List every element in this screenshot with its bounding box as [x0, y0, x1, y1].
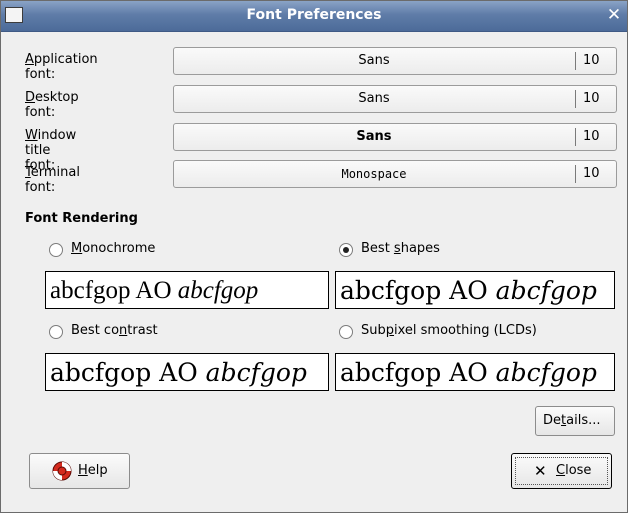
sample-text: abcfgop AO — [50, 277, 178, 304]
radio-indicator-selected — [339, 243, 353, 257]
best-shapes-label: Best shapes — [361, 241, 440, 256]
sample-text: abcfgop AO — [50, 358, 206, 387]
application-font-size: 10 — [583, 53, 600, 68]
help-lifebuoy-icon — [52, 461, 72, 481]
monochrome-label: Monochrome — [71, 241, 156, 256]
subpixel-smoothing-label: Subpixel smoothing (LCDs) — [361, 323, 537, 338]
desktop-font-label: Desktop font: — [25, 90, 79, 120]
terminal-font-size: 10 — [583, 166, 600, 181]
separator — [575, 52, 576, 70]
terminal-font-button[interactable]: Monospace 10 — [173, 160, 617, 188]
sample-italic-text: abcfgop — [177, 277, 259, 304]
help-button[interactable]: Help — [29, 453, 130, 489]
font-preferences-window: Font Preferences ✕ Application font: San… — [0, 0, 628, 513]
sample-text: abcfgop AO — [340, 276, 496, 305]
close-label: Close — [556, 463, 592, 478]
terminal-font-name: Monospace — [341, 167, 407, 181]
window-close-icon[interactable]: ✕ — [605, 5, 623, 25]
separator — [575, 90, 576, 108]
best-shapes-sample[interactable]: abcfgop AO abcfgop — [335, 271, 615, 309]
radio-indicator — [49, 243, 63, 257]
sample-italic-text: abcfgop — [495, 358, 597, 387]
best-contrast-sample[interactable]: abcfgop AO abcfgop — [45, 353, 329, 391]
details-label: Details... — [543, 413, 601, 428]
window-title: Font Preferences — [246, 7, 382, 23]
sample-text: abcfgop AO — [340, 358, 496, 387]
application-font-button[interactable]: Sans 10 — [173, 47, 617, 75]
desktop-font-button[interactable]: Sans 10 — [173, 85, 617, 113]
subpixel-smoothing-sample[interactable]: abcfgop AO abcfgop — [335, 353, 615, 391]
close-x-icon: ✕ — [534, 462, 547, 480]
sample-italic-text: abcfgop — [495, 276, 597, 305]
radio-indicator — [339, 325, 353, 339]
application-font-label: Application font: — [25, 52, 98, 82]
help-label: Help — [78, 463, 108, 478]
monochrome-sample[interactable]: abcfgop AO abcfgop — [45, 271, 329, 309]
title-bar[interactable]: Font Preferences ✕ — [1, 1, 627, 32]
radio-indicator — [49, 325, 63, 339]
separator — [575, 165, 576, 183]
best-contrast-label: Best contrast — [71, 323, 158, 338]
sample-italic-text: abcfgop — [205, 358, 307, 387]
font-rendering-heading: Font Rendering — [25, 211, 138, 226]
application-font-name: Sans — [358, 53, 390, 68]
terminal-font-label: Terminal font: — [25, 165, 80, 195]
close-button[interactable]: ✕ Close — [511, 453, 612, 489]
details-button[interactable]: Details... — [535, 406, 615, 436]
separator — [575, 128, 576, 146]
desktop-font-size: 10 — [583, 91, 600, 106]
desktop-font-name: Sans — [358, 91, 390, 106]
window-title-font-button[interactable]: Sans 10 — [173, 123, 617, 151]
window-title-font-size: 10 — [583, 129, 600, 144]
window-title-font-name: Sans — [356, 129, 392, 144]
